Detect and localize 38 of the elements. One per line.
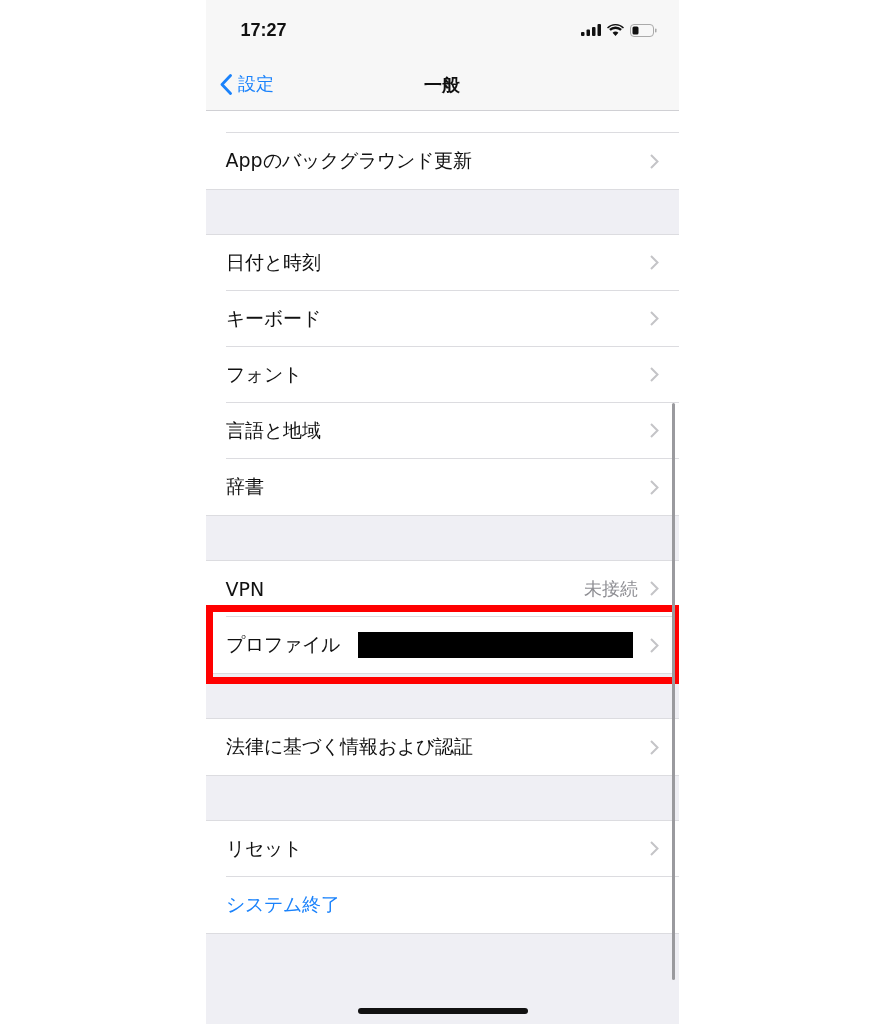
chevron-icon	[649, 479, 659, 495]
row-label: システム終了	[225, 892, 340, 917]
wifi-icon	[606, 24, 624, 36]
settings-row[interactable]: Appのバックグラウンド更新	[205, 133, 679, 189]
chevron-icon	[649, 367, 659, 382]
row-label: プロファイル	[225, 632, 340, 657]
row-label: 言語と地域	[225, 417, 321, 443]
row-label: Appのバックグラウンド更新	[225, 148, 472, 173]
settings-row[interactable]: フォント	[205, 347, 679, 403]
row-label: 日付と時刻	[225, 249, 321, 275]
back-chevron-icon	[219, 73, 232, 95]
settings-row[interactable]: プロファイル	[205, 617, 679, 673]
nav-title: 一般	[424, 73, 460, 97]
signal-icon	[580, 24, 601, 36]
settings-row[interactable]: キーボード	[205, 291, 679, 347]
chevron-icon	[649, 841, 659, 856]
settings-row[interactable]: 法律に基づく情報および認証	[205, 719, 679, 775]
battery-icon	[629, 23, 657, 37]
settings-row[interactable]: 日付と時刻	[205, 235, 679, 291]
status-time: 17:27	[240, 19, 287, 41]
row-label: フォント	[225, 361, 302, 387]
row-label: キーボード	[225, 305, 321, 331]
home-indicator[interactable]	[357, 1008, 528, 1014]
chevron-icon	[649, 153, 659, 169]
chevron-icon	[649, 423, 659, 438]
row-detail: 未接続	[583, 576, 638, 601]
row-label: 辞書	[225, 474, 264, 499]
chevron-icon	[649, 311, 659, 326]
settings-row[interactable]: 辞書	[205, 459, 679, 515]
chevron-icon	[649, 581, 659, 596]
row-label: VPN	[225, 577, 265, 600]
chevron-icon	[649, 739, 659, 755]
settings-row[interactable]: システム終了	[205, 877, 679, 933]
row-label: 法律に基づく情報および認証	[225, 734, 473, 759]
chevron-icon	[649, 255, 659, 270]
row-label: リセット	[225, 835, 302, 861]
chevron-icon	[649, 637, 659, 653]
back-button[interactable]: 設定	[215, 68, 278, 100]
